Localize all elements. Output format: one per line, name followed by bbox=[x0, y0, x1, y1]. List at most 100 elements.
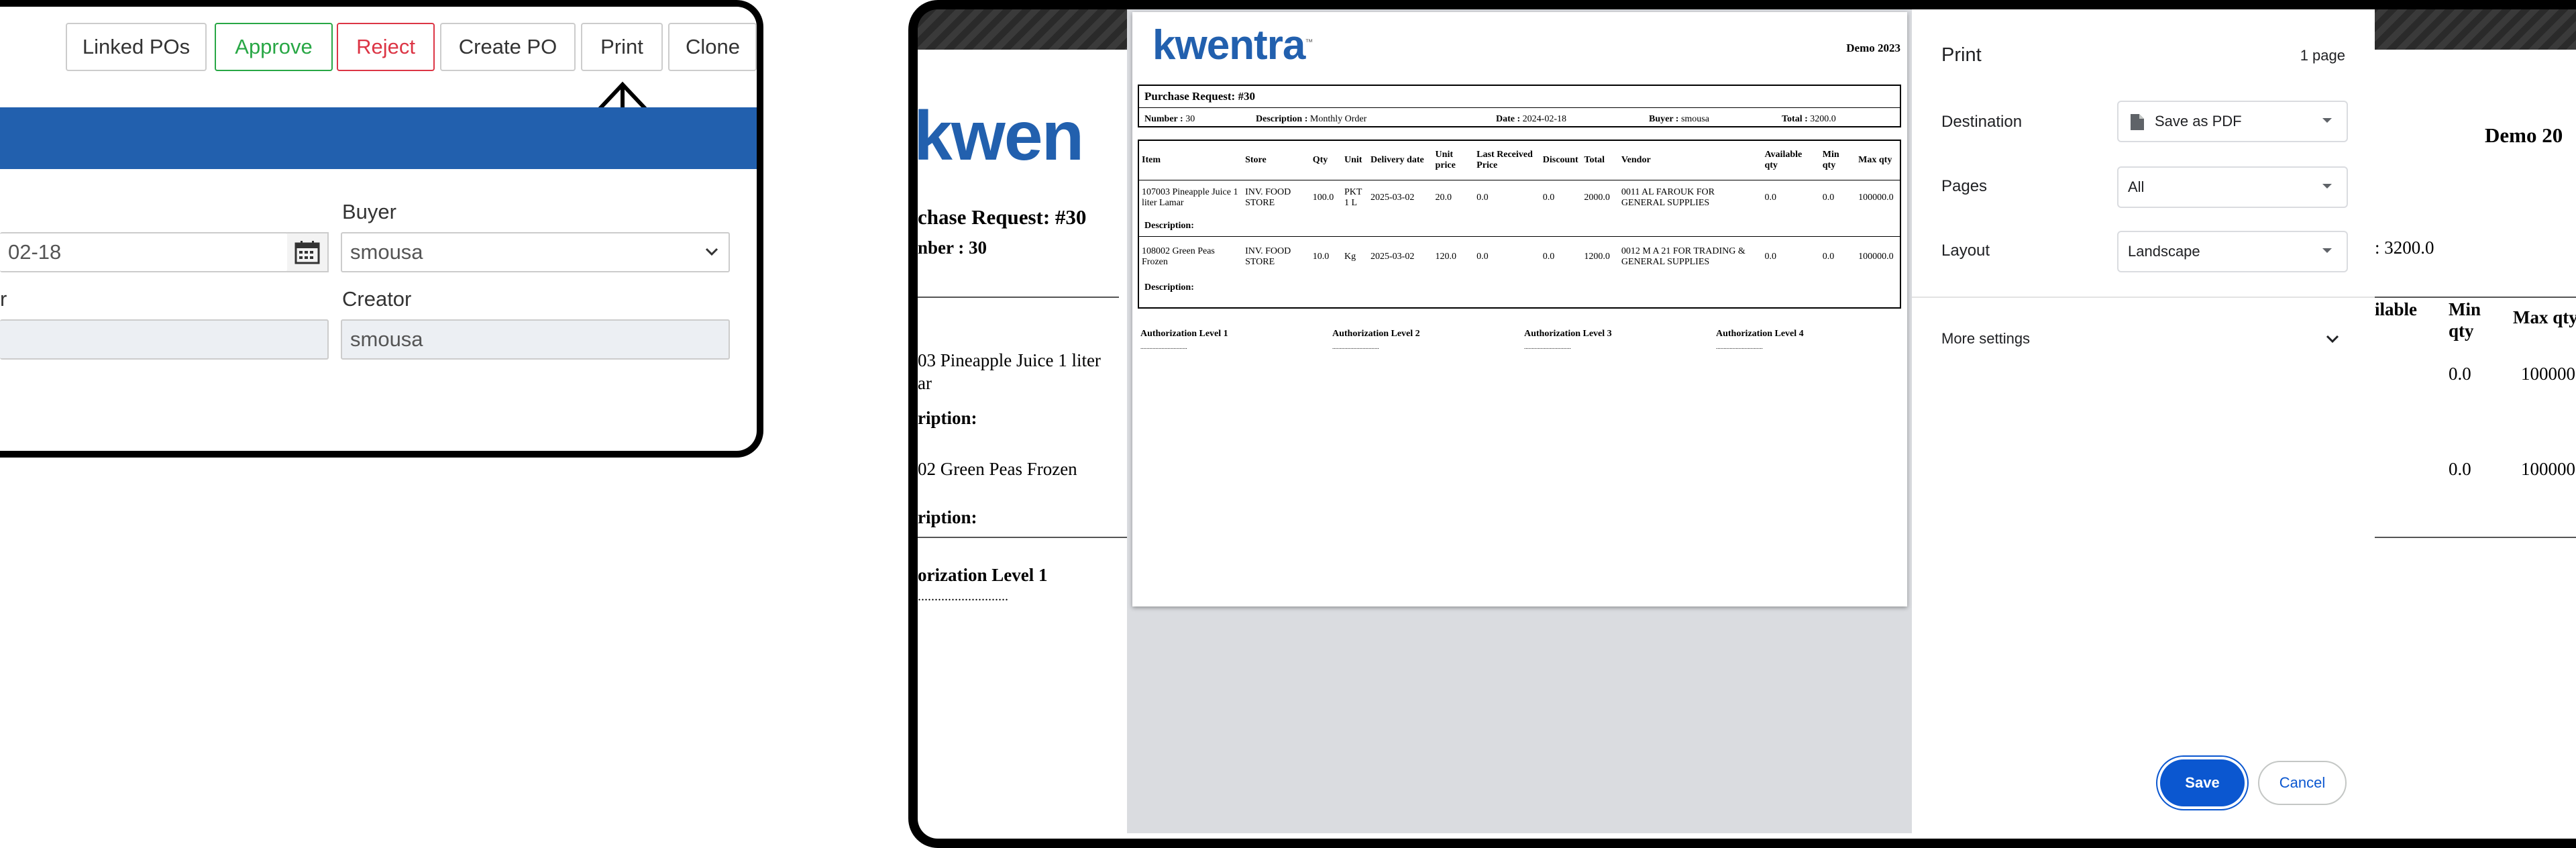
chevron-down-icon bbox=[2322, 248, 2332, 253]
cell: 108002 Green Peas Frozen bbox=[1142, 246, 1215, 268]
background-company: Demo 20 bbox=[2485, 123, 2563, 147]
col-last-price: Last Received Price bbox=[1477, 149, 1533, 170]
auth-dots: ............................... bbox=[1140, 343, 1187, 350]
background-col-min: Min bbox=[2449, 299, 2481, 319]
more-settings-toggle[interactable]: More settings bbox=[1941, 327, 2347, 354]
auth-dots: ............................... bbox=[1716, 343, 1763, 350]
pages-value: All bbox=[2128, 178, 2145, 195]
cell: 0.0 bbox=[1542, 193, 1555, 203]
background-desc-2: ription: bbox=[918, 507, 977, 527]
preview-number: Number : 30 bbox=[1144, 114, 1195, 125]
row-description: Description: bbox=[1144, 282, 1194, 293]
cell: 0011 AL FAROUK FOR GENERAL SUPPLIES bbox=[1621, 187, 1715, 209]
date-field[interactable]: 02-18 bbox=[0, 232, 288, 272]
cell: 0012 M A 21 FOR TRADING & GENERAL SUPPLI… bbox=[1621, 246, 1746, 268]
divider bbox=[1139, 107, 1900, 108]
print-preview-page: kwentra™ Demo 2023 Purchase Request: #30… bbox=[1132, 12, 1907, 606]
cell: 0.0 bbox=[1477, 252, 1489, 262]
background-cell: 0.0 bbox=[2449, 459, 2471, 479]
background-item-1b: ar bbox=[918, 373, 932, 393]
col-total: Total bbox=[1584, 154, 1605, 165]
cancel-button[interactable]: Cancel bbox=[2258, 761, 2347, 805]
col-max: Max qty bbox=[1858, 154, 1892, 165]
reject-button[interactable]: Reject bbox=[337, 23, 435, 71]
chevron-down-icon bbox=[2322, 184, 2332, 189]
table-row: 108002 Green Peas Frozen INV. FOOD STORE… bbox=[1139, 236, 1900, 278]
number-value: 30 bbox=[1185, 114, 1195, 124]
cell: 0.0 bbox=[1822, 193, 1835, 203]
background-item-1: 03 Pineapple Juice 1 liter bbox=[918, 350, 1101, 370]
destination-label: Destination bbox=[1941, 113, 2023, 131]
print-button[interactable]: Print bbox=[581, 23, 663, 71]
cell: PKT 1 L bbox=[1344, 187, 1362, 209]
buyer-select[interactable]: smousa bbox=[341, 232, 730, 272]
auth-level-4: Authorization Level 4 bbox=[1716, 329, 1804, 339]
document-icon bbox=[2131, 114, 2144, 130]
cell: 2025-03-02 bbox=[1371, 193, 1415, 203]
layout-label: Layout bbox=[1941, 242, 1990, 260]
cell: 0.0 bbox=[1764, 193, 1776, 203]
col-vendor: Vendor bbox=[1621, 154, 1651, 165]
preview-buyer: Buyer : smousa bbox=[1649, 114, 1709, 125]
chevron-down-icon bbox=[705, 248, 718, 256]
cell: 2000.0 bbox=[1584, 193, 1610, 203]
approve-button[interactable]: Approve bbox=[215, 23, 333, 71]
buyer-value: smousa bbox=[350, 240, 423, 264]
col-available: Available qty bbox=[1764, 149, 1803, 170]
linked-pos-button[interactable]: Linked POs bbox=[66, 23, 207, 71]
date-value: 2024-02-18 bbox=[1522, 114, 1566, 124]
preview-pr-title: Purchase Request: #30 bbox=[1144, 90, 1255, 103]
preview-company: Demo 2023 bbox=[1846, 42, 1900, 54]
pages-label: Pages bbox=[1941, 177, 1988, 195]
col-price: Unit price bbox=[1435, 149, 1456, 170]
pages-select[interactable]: All bbox=[2117, 166, 2348, 208]
background-number: nber : 30 bbox=[918, 237, 987, 258]
divider bbox=[1912, 297, 2375, 298]
more-settings-label: More settings bbox=[1941, 330, 2031, 347]
page-count: 1 page bbox=[2300, 47, 2345, 64]
col-unit: Unit bbox=[1344, 154, 1362, 165]
col-store: Store bbox=[1245, 154, 1267, 165]
preview-date: Date : 2024-02-18 bbox=[1496, 114, 1566, 125]
create-po-button[interactable]: Create PO bbox=[440, 23, 576, 71]
background-desc-1: ription: bbox=[918, 408, 977, 428]
field-label: r bbox=[0, 287, 7, 311]
background-col-max: Max qty bbox=[2513, 307, 2576, 327]
creator-field: smousa bbox=[341, 319, 730, 360]
auth-level-1: Authorization Level 1 bbox=[1140, 329, 1228, 339]
auth-level-2: Authorization Level 2 bbox=[1332, 329, 1420, 339]
creator-label: Creator bbox=[342, 287, 412, 311]
cell: 2025-03-02 bbox=[1371, 252, 1415, 262]
layout-select[interactable]: Landscape bbox=[2117, 231, 2348, 272]
row-description: Description: bbox=[1144, 220, 1194, 231]
chevron-down-icon bbox=[2322, 118, 2332, 123]
col-item: Item bbox=[1142, 154, 1161, 165]
print-dialog-frame: kwen chase Request: #30 nber : 30 03 Pin… bbox=[908, 0, 2576, 848]
auth-level-3: Authorization Level 3 bbox=[1524, 329, 1612, 339]
date-label: Date : bbox=[1496, 114, 1521, 124]
save-button[interactable]: Save bbox=[2160, 759, 2245, 806]
divider bbox=[918, 297, 1119, 298]
clone-button[interactable]: Clone bbox=[668, 23, 757, 71]
destination-select[interactable]: Save as PDF bbox=[2117, 101, 2348, 142]
print-settings-panel: Print 1 page Destination Save as PDF Pag… bbox=[1912, 9, 2375, 833]
preview-description: Description : Monthly Order bbox=[1256, 114, 1366, 125]
background-logo: kwen bbox=[914, 97, 1084, 175]
desc-value: Monthly Order bbox=[1309, 114, 1367, 124]
col-delivery: Delivery date bbox=[1371, 154, 1424, 165]
total-label: Total : bbox=[1782, 114, 1808, 124]
background-col-available: ilable bbox=[2375, 299, 2418, 319]
background-total: : 3200.0 bbox=[2375, 237, 2434, 258]
buyer-label: Buyer bbox=[342, 200, 396, 223]
chevron-down-icon bbox=[2326, 335, 2339, 343]
cell: 120.0 bbox=[1435, 252, 1457, 262]
background-cell: 100000 bbox=[2521, 459, 2575, 479]
preview-logo: kwentra™ bbox=[1152, 21, 1313, 69]
calendar-icon[interactable] bbox=[287, 232, 329, 272]
buyer-value: smousa bbox=[1680, 114, 1709, 124]
cell: INV. FOOD STORE bbox=[1245, 187, 1291, 209]
app-zoom-panel: Linked POs Approve Reject Create PO Prin… bbox=[0, 0, 763, 458]
print-title: Print bbox=[1941, 44, 1982, 66]
cell: INV. FOOD STORE bbox=[1245, 246, 1291, 268]
background-cell: 0.0 bbox=[2449, 364, 2471, 384]
